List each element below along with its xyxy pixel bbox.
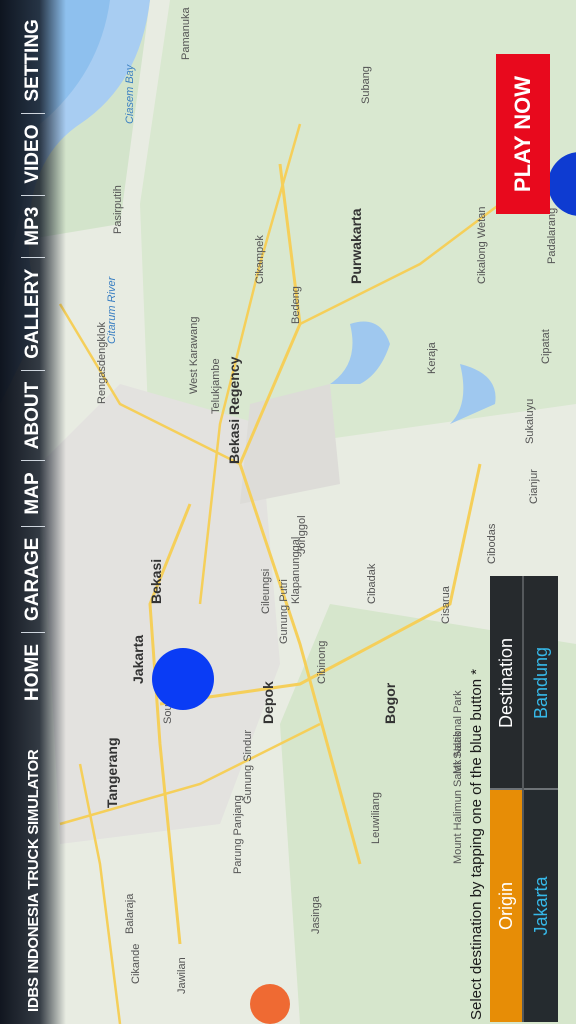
label-pasirputih: Pasirputih [112, 185, 124, 234]
label-bekasi: Bekasi [148, 558, 164, 604]
label-karawang: West Karawang [188, 316, 200, 394]
origin-column[interactable]: Origin Jakarta [490, 790, 558, 1022]
nav-gallery[interactable]: GALLERY [22, 258, 44, 370]
label-cikampek: Cikampek [254, 235, 266, 284]
label-citarum: Citarum River [106, 276, 118, 344]
label-halimun: Mount Halimun Salak National Park [452, 690, 464, 864]
label-klapanunggal: Klapanunggal [290, 536, 302, 604]
label-tangerang: Tangerang [104, 737, 120, 808]
nav-about[interactable]: ABOUT [22, 371, 44, 461]
label-depok: Depok [260, 681, 276, 724]
nav-map[interactable]: MAP [22, 461, 44, 525]
nav-separator [21, 632, 45, 633]
origin-value: Jakarta [524, 790, 558, 1022]
fab-icon[interactable] [250, 984, 290, 1024]
label-kerja: Keraja [426, 342, 438, 374]
label-gunung-putri: Gunung Putri [278, 579, 290, 644]
label-cikande: Cikande [130, 943, 142, 984]
label-jasinga: Jasinga [310, 896, 322, 934]
landscape-stage: Tangerang Jakarta Bekasi South Depok Bog… [0, 0, 576, 1024]
label-bogor: Bogor [382, 682, 398, 724]
label-parung-panjang: Parung Panjang [232, 795, 244, 874]
origin-label: Origin [490, 790, 522, 1022]
label-cibadak: Cibadak [366, 563, 378, 604]
panel-divider [490, 788, 558, 790]
panel-divider [522, 576, 524, 1022]
nav-separator [21, 194, 45, 196]
label-purwakarta: Purwakarta [348, 208, 364, 284]
label-cianjur: Cianjur [528, 469, 540, 504]
label-balaraja: Balaraja [124, 893, 136, 934]
label-bedeng: Bedeng [290, 286, 302, 324]
label-leuwiliang: Leuwiliang [370, 792, 382, 844]
app-title: IDBS INDONESIA TRUCK SIMULATOR [24, 749, 42, 1012]
label-jakarta: Jakarta [130, 634, 146, 684]
label-ciasem: Ciasem Bay [124, 64, 136, 124]
destination-blue-button[interactable] [152, 648, 214, 710]
destination-label: Destination [490, 576, 522, 790]
label-padalarang: Padalarang [546, 207, 558, 264]
label-cibinong: Cibinong [316, 640, 328, 684]
nav-setting[interactable]: SETTING [22, 8, 44, 112]
nav-separator [21, 369, 45, 371]
nav-video[interactable]: VIDEO [22, 114, 44, 195]
label-cipatat: Cipatat [540, 329, 552, 364]
label-bekasi-regency: Bekasi Regency [226, 356, 242, 464]
nav-separator [21, 112, 45, 114]
play-now-button[interactable]: PLAY NOW [496, 54, 550, 214]
label-cileungsi: Cileungsi [260, 568, 272, 614]
label-cisarua: Cisarua [440, 586, 452, 624]
label-pamanukan: Pamanuka [180, 7, 192, 60]
nav-separator [21, 460, 45, 462]
route-selection-panel: Origin Jakarta Destination Bandung [490, 576, 558, 1022]
nav-separator [21, 525, 45, 527]
label-jawilan: Jawilan [176, 957, 188, 994]
label-gunung-sindur: Gunung Sindur [242, 730, 254, 804]
nav-garage[interactable]: GARAGE [22, 527, 44, 632]
main-nav: HOME GARAGE MAP ABOUT GALLERY MP3 VIDEO … [13, 8, 53, 712]
label-telukjambe: Telukjambe [210, 358, 222, 414]
nav-home[interactable]: HOME [22, 633, 44, 712]
top-navigation-bar: IDBS INDONESIA TRUCK SIMULATOR HOME GARA… [0, 0, 66, 1024]
label-cibodas: Cibodas [486, 523, 498, 564]
destination-value: Bandung [524, 576, 558, 790]
label-sukaluyu: Sukaluyu [524, 398, 536, 444]
destination-column[interactable]: Destination Bandung [490, 576, 558, 790]
nav-separator [21, 256, 45, 258]
instruction-text: Select destination by tapping one of the… [468, 668, 485, 1020]
label-cikalong: Cikalong Wetan [476, 206, 488, 284]
nav-mp3[interactable]: MP3 [22, 196, 44, 257]
label-subang: Subang [360, 66, 372, 104]
